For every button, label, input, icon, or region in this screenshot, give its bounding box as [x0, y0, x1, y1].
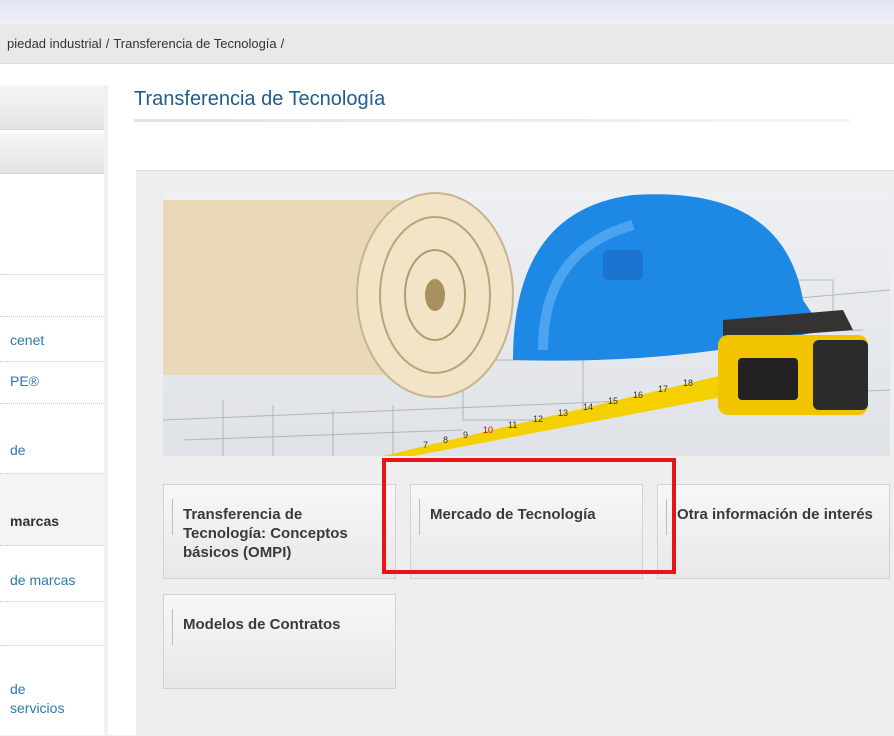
construction-illustration: 7 8 9 10 11 12 13 14 15 16 17 18	[163, 192, 890, 456]
banner-image: 7 8 9 10 11 12 13 14 15 16 17 18	[163, 190, 890, 456]
page-title: Transferencia de Tecnología	[134, 88, 386, 110]
breadcrumb-separator: /	[105, 36, 110, 51]
sidebar-item-label: de	[10, 681, 26, 697]
sidebar-item-label: PE®	[10, 373, 39, 389]
tile-divider	[172, 499, 173, 535]
breadcrumb-item-current[interactable]: Transferencia de Tecnología	[113, 36, 276, 51]
svg-text:9: 9	[463, 430, 468, 440]
tile-label: Transferencia de Tecnología: Conceptos b…	[183, 506, 348, 561]
sidebar-header-block	[0, 85, 104, 130]
tile-divider	[172, 609, 173, 645]
svg-text:11: 11	[508, 420, 517, 430]
sidebar-item[interactable]	[0, 177, 104, 275]
tile-mercado-de-tecnologia[interactable]: Mercado de Tecnología	[410, 484, 643, 579]
title-divider	[134, 119, 850, 122]
tile-divider	[666, 499, 667, 535]
tile-label: Mercado de Tecnología	[430, 506, 596, 523]
tile-label: Modelos de Contratos	[183, 616, 341, 633]
tile-label: Otra información de interés	[677, 506, 873, 523]
sidebar-item[interactable]	[0, 602, 104, 646]
svg-text:14: 14	[583, 402, 593, 412]
sidebar-item-label: de	[10, 442, 26, 458]
svg-text:15: 15	[608, 396, 618, 406]
sidebar: cenet PE® de marcas de marcas de servicio…	[0, 85, 108, 735]
svg-text:18: 18	[683, 378, 693, 388]
sidebar-edge	[104, 85, 108, 735]
sidebar-item-pe[interactable]: PE®	[0, 362, 104, 404]
breadcrumb-item[interactable]: piedad industrial	[7, 36, 102, 51]
browser-top-strip	[0, 0, 894, 24]
sidebar-item[interactable]	[0, 275, 104, 317]
sidebar-item-label: marcas	[10, 513, 60, 529]
svg-text:17: 17	[658, 384, 668, 394]
tile-otra-informacion[interactable]: Otra información de interés	[657, 484, 890, 579]
sidebar-item-label: de marcas	[10, 572, 76, 588]
breadcrumb-separator: /	[280, 36, 285, 51]
breadcrumb: piedad industrial / Transferencia de Tecno…	[0, 24, 894, 64]
page: piedad industrial / Transferencia de Tecno…	[0, 0, 894, 736]
svg-text:8: 8	[443, 435, 448, 445]
tile-transferencia-conceptos[interactable]: Transferencia de Tecnología: Conceptos b…	[163, 484, 396, 579]
tile-divider	[419, 499, 420, 535]
sidebar-item-servicios[interactable]: de servicios	[0, 646, 104, 726]
sidebar-item-marcas[interactable]: marcas	[0, 474, 104, 546]
sidebar-item-label: servicios	[10, 700, 65, 716]
svg-text:10: 10	[483, 425, 493, 435]
sidebar-header-block	[0, 133, 104, 174]
svg-text:12: 12	[533, 414, 543, 424]
sidebar-item-de[interactable]: de	[0, 404, 104, 474]
svg-text:7: 7	[423, 440, 428, 450]
tile-modelos-de-contratos[interactable]: Modelos de Contratos	[163, 594, 396, 689]
svg-text:16: 16	[633, 390, 643, 400]
sidebar-item-de-marcas[interactable]: de marcas	[0, 546, 104, 602]
sidebar-item-label: cenet	[10, 332, 45, 348]
svg-text:13: 13	[558, 408, 568, 418]
sidebar-item-cenet[interactable]: cenet	[0, 317, 104, 362]
